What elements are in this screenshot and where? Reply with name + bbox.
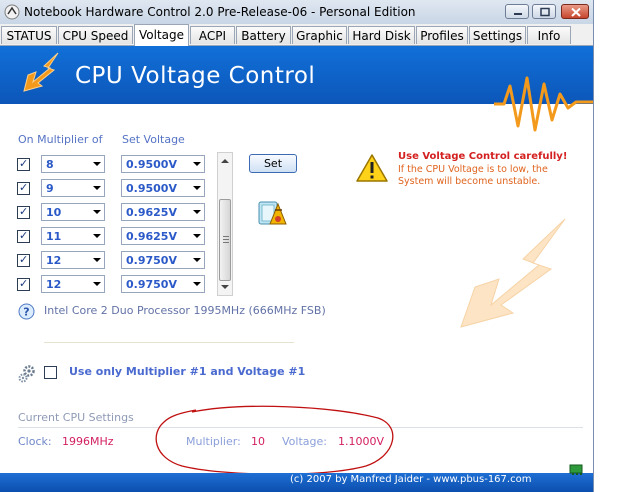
warning-title: Use Voltage Control carefully! <box>398 151 568 162</box>
voltage-dropdown[interactable]: 0.9625V <box>121 203 205 221</box>
window-title: Notebook Hardware Control 2.0 Pre-Releas… <box>24 5 416 19</box>
current-settings-title: Current CPU Settings <box>18 411 134 424</box>
row-enable-checkbox[interactable]: ✓ <box>17 205 30 219</box>
watermark-arrow-icon <box>460 218 566 328</box>
cpu-wizard-icon[interactable] <box>256 196 290 228</box>
chevron-down-icon <box>193 210 201 214</box>
tab-battery[interactable]: Battery <box>236 26 291 44</box>
multiplier-dropdown[interactable]: 11 <box>41 227 105 245</box>
chevron-down-icon <box>193 282 201 286</box>
chevron-down-icon <box>93 234 101 238</box>
pulse-wave-icon <box>494 76 593 132</box>
row-enable-checkbox[interactable]: ✓ <box>17 181 30 195</box>
footer-copyright: (c) 2007 by Manfred Jaider - www.pbus-16… <box>290 474 532 485</box>
chevron-down-icon <box>93 258 101 262</box>
warning-text: If the CPU Voltage is to low, the System… <box>398 164 548 187</box>
gears-icon <box>18 365 35 383</box>
minimize-button[interactable] <box>505 4 529 19</box>
tab-voltage[interactable]: Voltage <box>134 24 189 46</box>
set-button[interactable]: Set <box>249 154 297 173</box>
section-divider <box>44 342 294 343</box>
row-enable-checkbox[interactable]: ✓ <box>17 277 30 291</box>
tab-graphic[interactable]: Graphic <box>292 26 347 44</box>
rows-scrollbar[interactable] <box>217 152 233 296</box>
chevron-down-icon <box>93 186 101 190</box>
scroll-up-icon[interactable] <box>221 159 229 163</box>
app-window: Notebook Hardware Control 2.0 Pre-Releas… <box>0 0 594 492</box>
maximize-button[interactable] <box>532 4 556 19</box>
voltage-dropdown[interactable]: 0.9750V <box>121 251 205 269</box>
tab-info[interactable]: Info <box>527 26 571 44</box>
chevron-down-icon <box>93 282 101 286</box>
multiplier-dropdown[interactable]: 10 <box>41 203 105 221</box>
tab-acpi[interactable]: ACPI <box>190 26 235 44</box>
resize-grip-icon[interactable] <box>568 462 586 476</box>
multiplier-dropdown[interactable]: 8 <box>41 155 105 173</box>
multiplier-header: On Multiplier of <box>18 133 103 146</box>
voltage-dropdown[interactable]: 0.9625V <box>121 227 205 245</box>
scroll-down-icon[interactable] <box>221 285 229 289</box>
close-button[interactable] <box>561 4 589 19</box>
chevron-down-icon <box>193 186 201 190</box>
row-enable-checkbox[interactable]: ✓ <box>17 229 30 243</box>
chevron-down-icon <box>193 234 201 238</box>
multiplier-dropdown[interactable]: 9 <box>41 179 105 197</box>
multiplier-dropdown[interactable]: 12 <box>41 275 105 293</box>
cpu-info-text: Intel Core 2 Duo Processor 1995MHz (666M… <box>44 304 326 317</box>
minimize-icon <box>514 13 522 15</box>
tab-bar: STATUS CPU Speed Voltage ACPI Battery Gr… <box>0 24 593 46</box>
voltage-dropdown[interactable]: 0.9750V <box>121 275 205 293</box>
banner-title: CPU Voltage Control <box>75 63 316 89</box>
chevron-down-icon <box>193 258 201 262</box>
warning-icon <box>356 154 388 182</box>
chevron-down-icon <box>93 162 101 166</box>
chevron-down-icon <box>93 210 101 214</box>
tab-cpu-speed[interactable]: CPU Speed <box>58 26 133 44</box>
tab-profiles[interactable]: Profiles <box>416 26 468 44</box>
single-multiplier-label[interactable]: Use only Multiplier #1 and Voltage #1 <box>69 365 305 378</box>
single-multiplier-checkbox[interactable] <box>44 366 57 379</box>
multiplier-dropdown[interactable]: 12 <box>41 251 105 269</box>
help-icon[interactable]: ? <box>18 303 35 320</box>
clock-label: Clock: <box>18 435 52 448</box>
annotation-ellipse <box>155 405 394 475</box>
app-icon <box>4 4 20 20</box>
row-enable-checkbox[interactable]: ✓ <box>17 253 30 267</box>
scroll-thumb[interactable] <box>219 199 231 281</box>
tab-hard-disk[interactable]: Hard Disk <box>348 26 415 44</box>
close-icon <box>571 7 581 17</box>
clock-value: 1996MHz <box>62 435 114 448</box>
lightning-arrow-icon <box>23 52 59 92</box>
maximize-icon <box>540 7 550 17</box>
row-enable-checkbox[interactable]: ✓ <box>17 157 30 171</box>
tab-settings[interactable]: Settings <box>469 26 526 44</box>
voltage-dropdown[interactable]: 0.9500V <box>121 179 205 197</box>
svg-text:?: ? <box>23 306 29 319</box>
voltage-dropdown[interactable]: 0.9500V <box>121 155 205 173</box>
chevron-down-icon <box>193 162 201 166</box>
title-bar[interactable]: Notebook Hardware Control 2.0 Pre-Releas… <box>0 0 593 25</box>
tab-status[interactable]: STATUS <box>1 26 57 44</box>
voltage-header: Set Voltage <box>122 133 185 146</box>
